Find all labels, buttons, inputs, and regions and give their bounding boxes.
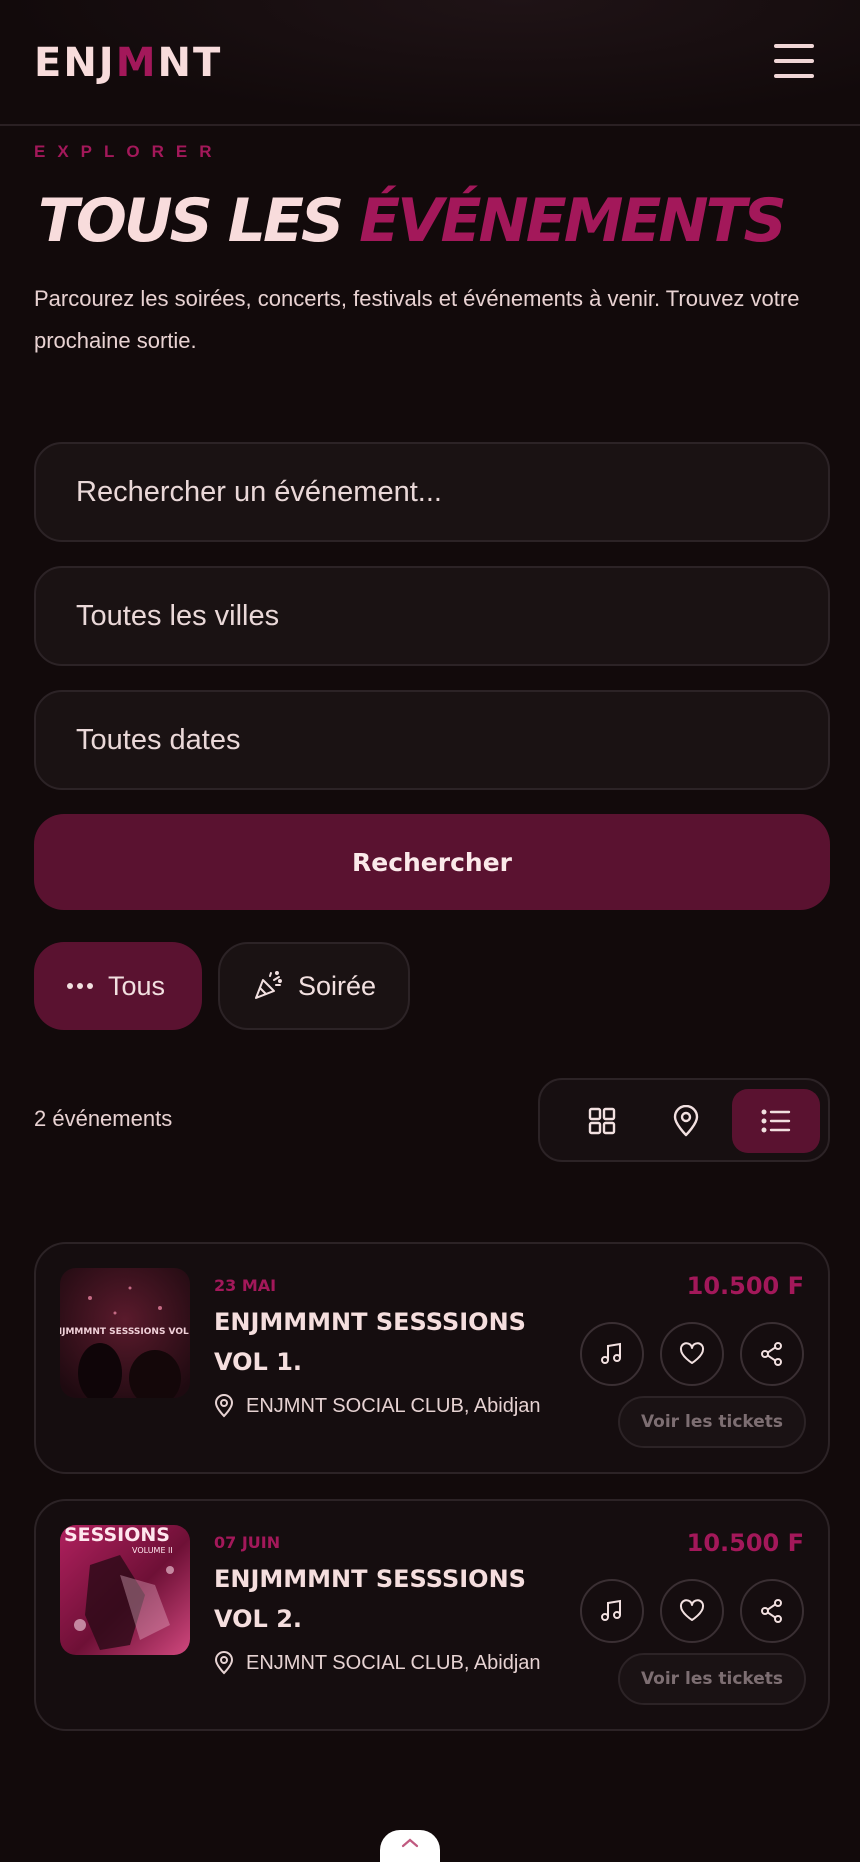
event-price: 10.500 F — [686, 1529, 804, 1557]
hamburger-menu-icon[interactable] — [774, 44, 814, 78]
music-note-icon — [601, 1599, 621, 1621]
location-pin-icon — [214, 1394, 234, 1418]
event-thumbnail: SESSIONS VOLUME II — [60, 1525, 190, 1655]
location-pin-icon — [214, 1651, 234, 1675]
party-popper-icon — [254, 971, 282, 999]
more-dots-icon — [67, 983, 93, 989]
thumbnail-text: ENJMMMNT SESSSIONS VOL 1. — [60, 1327, 190, 1337]
grid-icon — [588, 1107, 616, 1135]
title-main: TOUS LES — [38, 186, 360, 256]
event-price: 10.500 F — [686, 1272, 804, 1300]
view-grid-button[interactable] — [558, 1089, 646, 1153]
share-button[interactable] — [740, 1322, 804, 1386]
view-map-button[interactable] — [642, 1089, 730, 1153]
search-button[interactable]: Rechercher — [34, 814, 830, 910]
filter-chip-label: Tous — [108, 970, 166, 1001]
page-title: TOUS LES ÉVÉNEMENTS — [38, 186, 787, 256]
site-header: ENJMNT — [0, 0, 860, 126]
logo-accent: M — [115, 40, 158, 86]
search-field[interactable] — [34, 442, 830, 542]
view-tickets-button[interactable]: Voir les tickets — [618, 1653, 806, 1705]
heart-icon — [679, 1599, 705, 1621]
title-accent: ÉVÉNEMENTS — [359, 186, 787, 256]
event-card[interactable]: ENJMMMNT SESSSIONS VOL 1. 23 MAI ENJMMMN… — [34, 1242, 830, 1474]
event-date: 07 JUIN — [214, 1533, 281, 1552]
share-icon — [761, 1599, 782, 1623]
filter-chip-all[interactable]: Tous — [34, 942, 202, 1030]
date-select[interactable]: Toutes dates — [34, 690, 830, 790]
filter-chip-soiree[interactable]: Soirée — [218, 942, 410, 1030]
view-tickets-button[interactable]: Voir les tickets — [618, 1396, 806, 1448]
events-page: ENJMNT EXPLORER TOUS LES ÉVÉNEMENTS Parc… — [0, 0, 860, 1862]
event-location: ENJMNT SOCIAL CLUB, Abidjan — [214, 1651, 541, 1675]
share-button[interactable] — [740, 1579, 804, 1643]
logo-part2: NT — [157, 40, 223, 86]
filter-chip-label: Soirée — [297, 970, 376, 1001]
event-card[interactable]: SESSIONS VOLUME II 07 JUIN ENJMMMNT SESS… — [34, 1499, 830, 1731]
event-title[interactable]: ENJMMMNT SESSSIONS VOL 2. — [214, 1559, 534, 1639]
city-select-value: Toutes les villes — [76, 599, 280, 632]
thumbnail-subtext: VOLUME II — [132, 1546, 173, 1555]
event-date: 23 MAI — [214, 1276, 277, 1295]
music-button[interactable] — [580, 1322, 644, 1386]
view-list-button[interactable] — [732, 1089, 820, 1153]
event-title[interactable]: ENJMMMNT SESSSIONS VOL 1. — [214, 1302, 534, 1382]
thumbnail-text: SESSIONS — [64, 1525, 170, 1546]
event-location-text: ENJMNT SOCIAL CLUB, Abidjan — [246, 1651, 541, 1674]
results-count: 2 événements — [34, 1106, 173, 1131]
event-thumbnail: ENJMMMNT SESSSIONS VOL 1. — [60, 1268, 190, 1398]
music-button[interactable] — [580, 1579, 644, 1643]
eyebrow-label: EXPLORER — [34, 142, 224, 161]
chevron-up-icon — [401, 1838, 419, 1848]
music-note-icon — [601, 1342, 621, 1364]
share-icon — [761, 1342, 782, 1366]
view-toggle — [538, 1078, 830, 1162]
map-pin-icon — [673, 1105, 699, 1137]
scroll-top-button[interactable] — [380, 1830, 440, 1862]
logo-part1: ENJ — [34, 40, 116, 86]
city-select[interactable]: Toutes les villes — [34, 566, 830, 666]
logo[interactable]: ENJMNT — [34, 40, 222, 86]
event-location: ENJMNT SOCIAL CLUB, Abidjan — [214, 1394, 541, 1418]
list-icon — [761, 1109, 791, 1133]
search-input[interactable] — [76, 475, 828, 509]
favorite-button[interactable] — [660, 1579, 724, 1643]
page-subtitle: Parcourez les soirées, concerts, festiva… — [34, 286, 800, 353]
heart-icon — [679, 1342, 705, 1364]
date-select-value: Toutes dates — [76, 723, 241, 756]
event-location-text: ENJMNT SOCIAL CLUB, Abidjan — [246, 1394, 541, 1417]
favorite-button[interactable] — [660, 1322, 724, 1386]
